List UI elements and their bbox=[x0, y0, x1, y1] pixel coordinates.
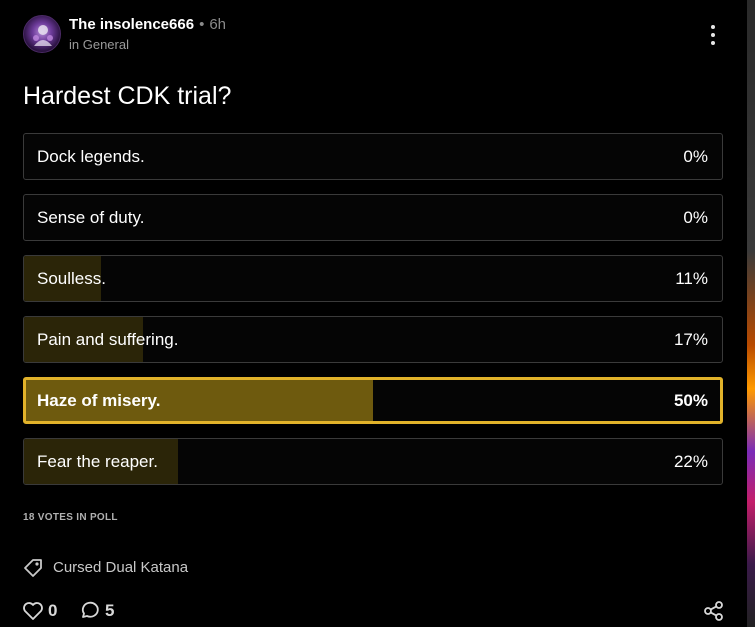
poll-option-label: Sense of duty. bbox=[37, 207, 145, 227]
post-title: Hardest CDK trial? bbox=[23, 82, 232, 110]
heart-icon bbox=[23, 602, 43, 620]
author-line: The insolence666 • 6h bbox=[69, 16, 226, 33]
more-dot-icon bbox=[711, 25, 715, 29]
edge-glow-decoration bbox=[747, 0, 755, 627]
more-dot-icon bbox=[711, 41, 715, 45]
poll-option-percent: 22% bbox=[673, 451, 708, 471]
community-label[interactable]: in General bbox=[69, 37, 129, 52]
comment-icon bbox=[81, 601, 99, 618]
separator-dot: • bbox=[199, 16, 205, 33]
topic-tag-label: Cursed Dual Katana bbox=[53, 559, 189, 576]
poll-vote-count: 18 VOTES IN POLL bbox=[23, 512, 118, 523]
poll-option[interactable]: Sense of duty. 0% bbox=[23, 194, 723, 241]
poll-option-label: Pain and suffering. bbox=[37, 329, 179, 349]
poll-option-selected[interactable]: Haze of misery. 50% bbox=[23, 377, 723, 424]
poll-option-label: Dock legends. bbox=[37, 146, 145, 166]
poll-option-percent: 0% bbox=[683, 146, 708, 166]
comment-count: 5 bbox=[105, 601, 115, 620]
post-page: The insolence666 • 6h in General Hardest C… bbox=[0, 0, 755, 627]
poll-option-percent: 0% bbox=[683, 207, 708, 227]
poll-option-label: Soulless. bbox=[37, 268, 106, 288]
post-actions: 0 5 bbox=[22, 600, 732, 622]
poll-option-percent: 17% bbox=[673, 329, 708, 349]
share-button[interactable] bbox=[703, 600, 725, 622]
more-dot-icon bbox=[711, 33, 715, 37]
like-button[interactable]: 0 bbox=[22, 600, 66, 622]
post-time: 6h bbox=[209, 16, 227, 33]
author-name[interactable]: The insolence666 bbox=[69, 16, 194, 33]
share-icon bbox=[704, 601, 723, 621]
comment-button[interactable]: 5 bbox=[79, 600, 123, 622]
poll-option-percent: 11% bbox=[675, 268, 708, 288]
tag-icon bbox=[24, 559, 42, 577]
avatar-figure-icon bbox=[33, 25, 53, 46]
poll-option-percent: 50% bbox=[673, 390, 708, 410]
avatar[interactable] bbox=[23, 15, 61, 53]
post-header: The insolence666 • 6h in General bbox=[23, 15, 723, 55]
poll-option-label: Fear the reaper. bbox=[37, 451, 158, 471]
poll-option-label: Haze of misery. bbox=[37, 390, 161, 410]
poll-option[interactable]: Dock legends. 0% bbox=[23, 133, 723, 180]
poll-option[interactable]: Fear the reaper. 22% bbox=[23, 438, 723, 485]
poll-option[interactable]: Soulless. 11% bbox=[23, 255, 723, 302]
poll-option[interactable]: Pain and suffering. 17% bbox=[23, 316, 723, 363]
poll: Dock legends. 0% Sense of duty. 0% Soull… bbox=[23, 133, 723, 499]
like-count: 0 bbox=[48, 601, 58, 620]
more-options-button[interactable] bbox=[704, 22, 724, 50]
